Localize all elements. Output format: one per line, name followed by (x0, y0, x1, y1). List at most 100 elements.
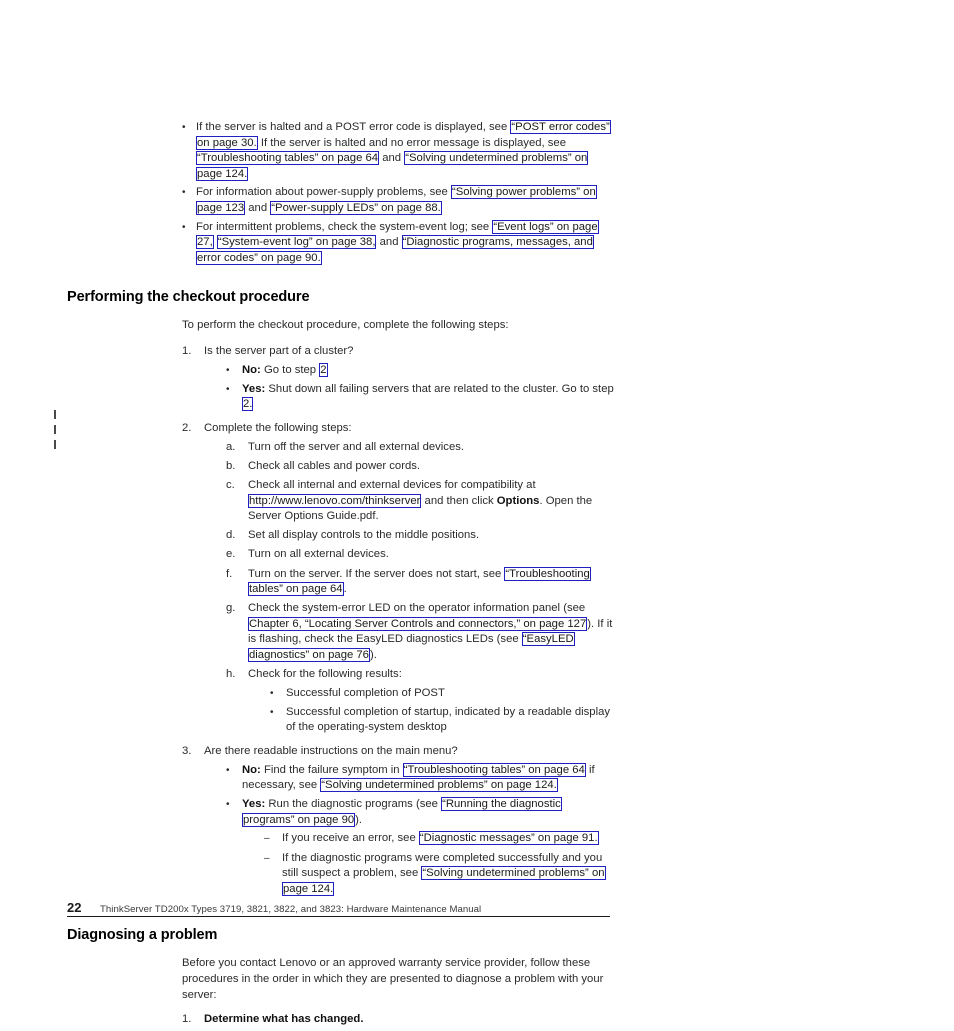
step-marker: 1. (182, 1013, 192, 1026)
cross-reference-link[interactable]: “Solving undetermined problems” on page … (320, 778, 558, 793)
bullet-marker: • (182, 221, 186, 233)
step-1: 1. Is the server part of a cluster? • No… (182, 344, 615, 413)
diagnosing-steps-list: 1. Determine what has changed. (182, 1012, 615, 1028)
page-content: • If the server is halted and a POST err… (67, 120, 615, 1031)
checkout-intro-paragraph: To perform the checkout procedure, compl… (182, 319, 509, 332)
substep-marker: e. (226, 548, 236, 561)
cross-reference-link[interactable]: “POST error codes” on page 30. (196, 120, 611, 150)
step-text: Is the server part of a cluster? (204, 344, 354, 357)
substep-marker: c. (226, 479, 235, 492)
bullet-marker: • (270, 706, 274, 718)
substep-d: d. Set all display controls to the middl… (226, 528, 615, 544)
substep-f: f. Turn on the server. If the server doe… (226, 566, 615, 598)
bullet-marker: • (270, 687, 274, 699)
emphasis-text: Options (496, 494, 540, 507)
step-marker: 1. (182, 344, 192, 357)
emphasis-text: No: (242, 763, 261, 776)
substep-text: Turn off the server and all external dev… (248, 440, 465, 453)
list-item-text: If you receive an error, see “Diagnostic… (282, 831, 599, 846)
cross-reference-link[interactable]: 2 (319, 362, 328, 377)
substep-g: g. Check the system-error LED on the ope… (226, 601, 615, 663)
step-3: 3. Are there readable instructions on th… (182, 744, 615, 897)
substep-b: b. Check all cables and power cords. (226, 459, 615, 475)
bullet-marker: • (182, 187, 186, 199)
intro-bullet-list: • If the server is halted and a POST err… (182, 120, 615, 266)
step-1-bullets: • No: Go to step 2 • Yes: Shut down all … (226, 362, 615, 413)
diagnosing-step-1: 1. Determine what has changed. (182, 1012, 615, 1028)
step-3-dash-list: – If you receive an error, see “Diagnost… (264, 831, 615, 897)
dash-marker: – (264, 833, 270, 845)
substep-a: a. Turn off the server and all external … (226, 440, 615, 456)
substep-text: Check all internal and external devices … (248, 479, 593, 523)
cross-reference-link[interactable]: “Troubleshooting tables” on page 64 (402, 762, 586, 777)
list-item-text: For intermittent problems, check the sys… (196, 219, 599, 265)
section-divider (67, 916, 610, 918)
step-marker: 2. (182, 421, 192, 434)
list-item: • No: Go to step 2 (226, 362, 615, 379)
cross-reference-link[interactable]: “Diagnostic messages” on page 91. (418, 831, 599, 846)
substep-marker: b. (226, 460, 236, 472)
list-item: – If the diagnostic programs were comple… (264, 851, 615, 898)
diagnosing-intro-paragraph: Before you contact Lenovo or an approved… (182, 957, 604, 1001)
substep-h-results-list: • Successful completion of POST • Succes… (270, 686, 615, 736)
list-item-text: For information about power-supply probl… (196, 185, 597, 215)
footer-title: ThinkServer TD200x Types 3719, 3821, 382… (100, 904, 482, 915)
cross-reference-link[interactable]: http://www.lenovo.com/thinkserver (248, 493, 422, 508)
emphasis-text: Yes: (242, 798, 266, 811)
dash-marker: – (264, 852, 270, 864)
cross-reference-link[interactable]: “EasyLED diagnostics” on page 76 (248, 632, 575, 663)
cross-reference-link[interactable]: “Troubleshooting tables” on page 64 (248, 566, 591, 597)
bullet-marker: • (226, 764, 230, 776)
list-item-text: Yes: Run the diagnostic programs (see “R… (242, 797, 562, 827)
change-bar (54, 425, 56, 434)
step-text: Are there readable instructions on the m… (204, 745, 458, 757)
substep-marker: g. (226, 602, 236, 615)
list-item-text: If the diagnostic programs were complete… (282, 851, 606, 896)
list-item: • Successful completion of POST (270, 686, 615, 702)
cross-reference-link[interactable]: 2. (242, 397, 254, 412)
cross-reference-link[interactable]: “Power-supply LEDs” on page 88. (270, 200, 442, 215)
list-item-text: No: Find the failure symptom in “Trouble… (242, 762, 595, 793)
change-bars (54, 410, 58, 455)
bullet-marker: • (182, 122, 186, 133)
heading-diagnosing-a-problem: Diagnosing a problem (67, 927, 218, 944)
emphasis-text: Yes: (242, 382, 266, 395)
substep-text: Set all display controls to the middle p… (248, 529, 480, 542)
list-item: • If the server is halted and a POST err… (182, 120, 615, 182)
step-marker: 3. (182, 745, 192, 757)
cross-reference-link[interactable]: “System-event log” on page 38, (216, 235, 377, 250)
list-item-text: If the server is halted and a POST error… (196, 120, 611, 181)
substep-text: Turn on the server. If the server does n… (248, 566, 591, 597)
substep-h: h. Check for the following results: • Su… (226, 667, 615, 736)
cross-reference-link[interactable]: “Running the diagnostic programs” on pag… (242, 797, 562, 827)
substep-text: Check the system-error LED on the operat… (248, 602, 613, 663)
step-text: Determine what has changed. (204, 1013, 364, 1026)
list-item: • Successful completion of startup, indi… (270, 705, 615, 736)
substep-marker: f. (226, 567, 233, 580)
substep-e: e. Turn on all external devices. (226, 547, 615, 563)
substep-marker: d. (226, 529, 236, 542)
list-item-text: Yes: Shut down all failing servers that … (242, 382, 614, 412)
change-bar (54, 440, 56, 449)
list-item-text: Successful completion of POST (286, 686, 445, 699)
substep-c: c. Check all internal and external devic… (226, 478, 615, 525)
list-item: – If you receive an error, see “Diagnost… (264, 831, 615, 847)
list-item: • No: Find the failure symptom in “Troub… (226, 762, 615, 794)
substep-text: Check for the following results: (248, 668, 402, 681)
cross-reference-link[interactable]: Chapter 6, “Locating Server Controls and… (248, 616, 588, 631)
substep-marker: h. (226, 668, 236, 681)
step-2-substeps: a. Turn off the server and all external … (226, 440, 615, 736)
bullet-marker: • (226, 383, 230, 395)
bullet-marker: • (226, 364, 230, 376)
list-item-text: Successful completion of startup, indica… (286, 705, 611, 734)
cross-reference-link[interactable]: “Solving undetermined problems” on page … (282, 866, 606, 896)
emphasis-text: No: (242, 363, 261, 376)
cross-reference-link[interactable]: “Troubleshooting tables” on page 64 (196, 151, 380, 166)
footer-page-number: 22 (67, 900, 82, 915)
step-2: 2. Complete the following steps: a. Turn… (182, 421, 615, 736)
substep-marker: a. (226, 440, 236, 453)
list-item: • Yes: Shut down all failing servers tha… (226, 382, 615, 413)
substep-text: Turn on all external devices. (248, 548, 389, 561)
bullet-marker: • (226, 799, 230, 811)
list-item: • Yes: Run the diagnostic programs (see … (226, 797, 615, 897)
